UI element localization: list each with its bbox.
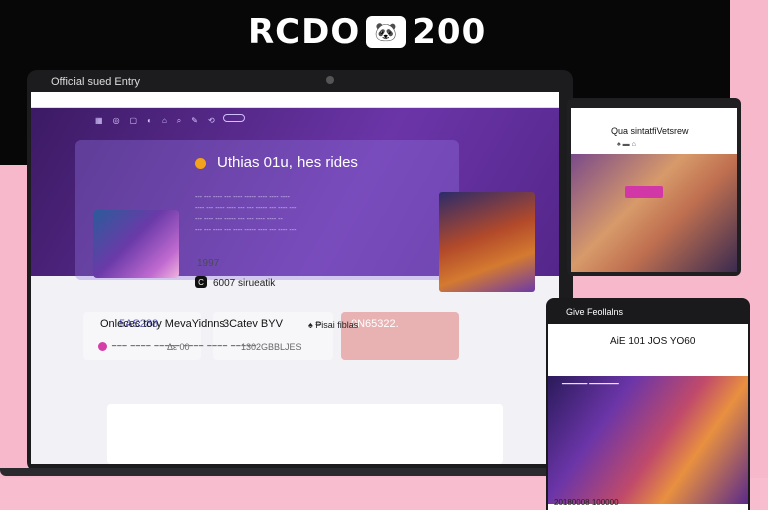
nav-item[interactable]: ⌂: [162, 116, 167, 126]
nav-item[interactable]: ✎: [191, 116, 198, 126]
laptop-screen: ▦ ◎ ▢ ◐ ⌂ ⌕ ✎ ⟲ Uthias 01u, hes rides --…: [31, 92, 559, 464]
phone-hero-image: [548, 376, 748, 504]
hero-text-line: --- --- ---- --- ---- ----- ---- ---- --…: [195, 194, 290, 201]
nav-item[interactable]: ⌕: [177, 116, 181, 126]
phone-hero-caption: ━━━━━━ ━━━━━━━: [562, 381, 619, 388]
hero-nav: ▦ ◎ ▢ ◐ ⌂ ⌕ ✎ ⟲: [95, 116, 215, 126]
brand-heading: RCDO 🐼 200: [248, 12, 486, 52]
hero-description: --- --- ---- --- ---- ----- ---- ---- --…: [195, 192, 415, 236]
metric-card-highlight[interactable]: 0N65322.: [341, 312, 459, 360]
laptop-frame: Official sued Entry ▦ ◎ ▢ ◐ ⌂ ⌕ ✎ ⟲ Uthi…: [27, 70, 573, 472]
phone-title: AiE 101 JOS YO60: [610, 336, 696, 347]
status-dot-icon: [195, 158, 206, 169]
nav-item[interactable]: ▦: [95, 116, 103, 126]
nav-item[interactable]: ◎: [113, 116, 120, 126]
phone-header: Give Feollalns: [566, 307, 624, 317]
tablet-hero-image: [571, 154, 737, 272]
phone-footer: 20180008 100000: [554, 498, 619, 507]
stat-count: 1997: [197, 258, 220, 269]
metric-value: 3Catev BYV: [223, 318, 283, 330]
laptop-base: [0, 468, 580, 476]
panel-row: ━━━ ━━━━ ━━━━━ ━━━━ ━━━━ ━━━━━: [112, 343, 258, 350]
hero-text-line: ---- --- ---- ---- --- --- ----- --- ---…: [195, 205, 297, 212]
hero-text-line: --- ---- --- ----- --- --- ---- ---- --: [195, 216, 283, 223]
nav-item[interactable]: ⟲: [208, 116, 215, 126]
brand-title: RCDO: [248, 12, 361, 52]
tablet-title: Qua sintatfiVetsrew: [611, 126, 689, 136]
brand-year: 200: [412, 12, 487, 52]
nav-search-pill[interactable]: [223, 114, 245, 122]
tablet-meta: ♠ ▬ ⌂: [617, 141, 636, 148]
nav-item[interactable]: ◐: [147, 116, 152, 126]
camera-icon: [326, 76, 334, 84]
stat-badge-icon: C: [195, 276, 207, 288]
panel-action[interactable]: ♠ ₱isai fiblas: [308, 320, 358, 330]
panel-title: Onlecec tory MevaYidnns: [100, 318, 225, 330]
stat-label: 6007 sirueatik: [213, 278, 276, 289]
tablet-cta-button[interactable]: [625, 186, 663, 198]
nav-item[interactable]: ▢: [130, 116, 138, 126]
panel-bullet-icon: [98, 342, 107, 351]
content-panel: [107, 404, 503, 464]
hero-text-line: --- --- ---- --- ---- ----- ---- --- ---…: [195, 227, 297, 234]
hero-title: Uthias 01u, hes rides: [217, 154, 358, 171]
window-title: Official sued Entry: [51, 76, 141, 88]
hero-artwork-right[interactable]: [439, 192, 535, 292]
hero-artwork-left: [93, 210, 179, 278]
browser-toolbar: [31, 92, 559, 108]
panda-logo-icon: 🐼: [366, 16, 407, 48]
